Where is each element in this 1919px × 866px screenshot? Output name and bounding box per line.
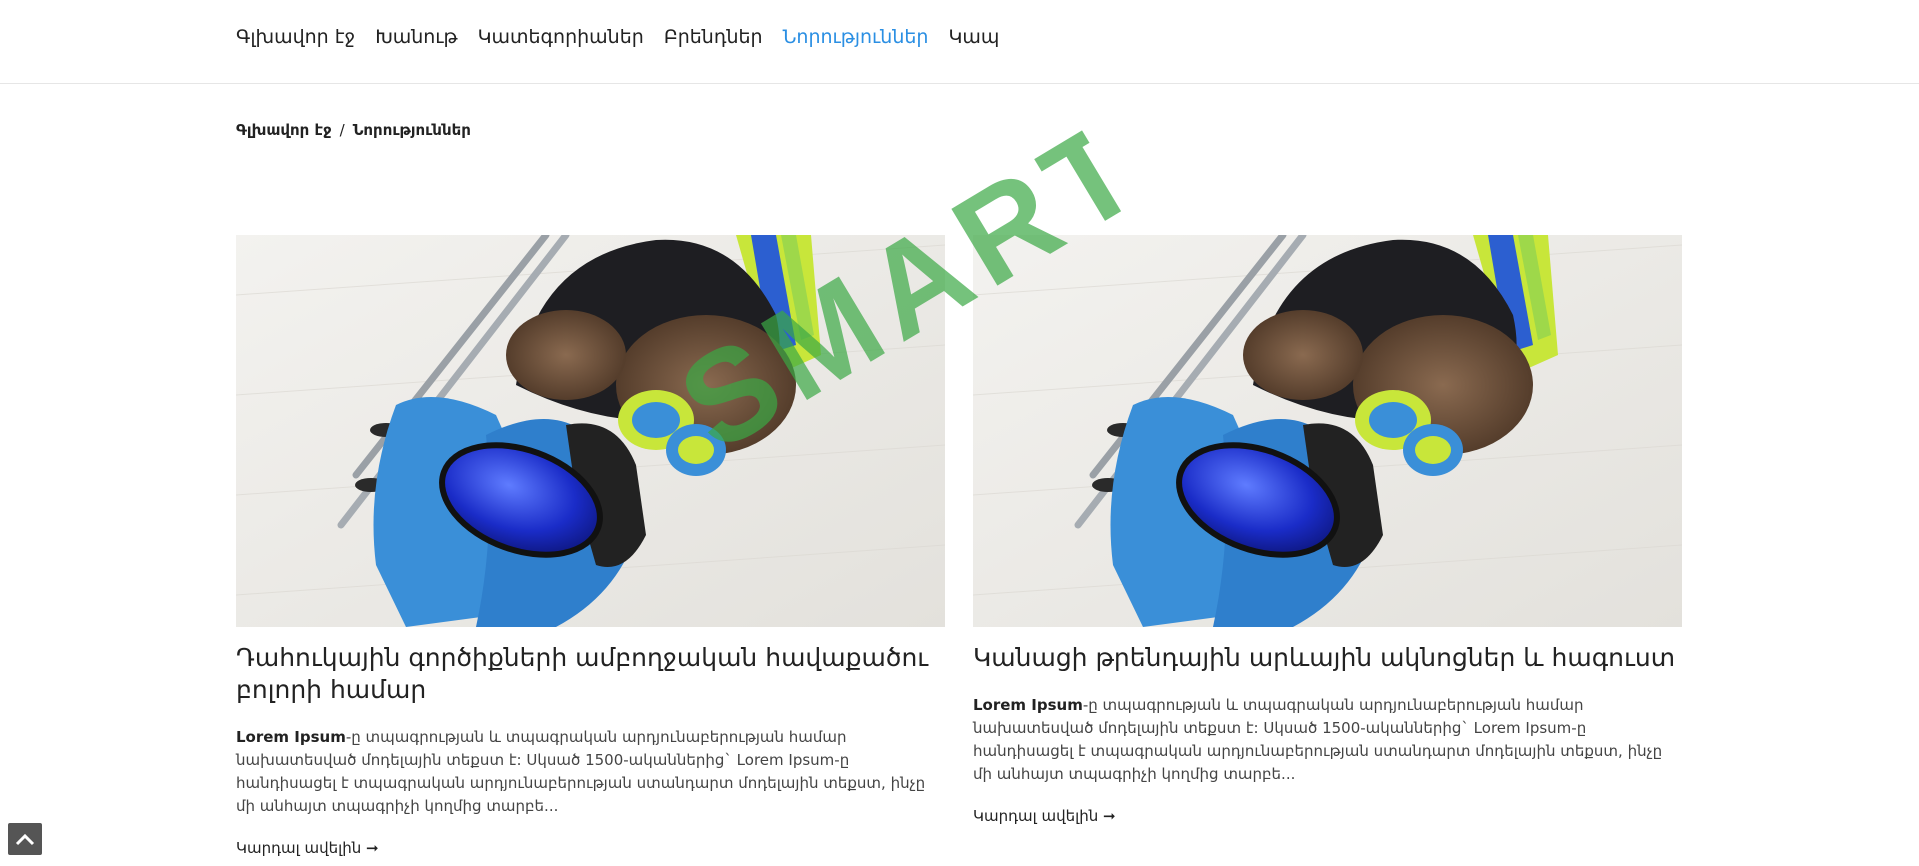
news-card-excerpt: Lorem Ipsum-ը տպագրության և տպագրական ար… [236,726,945,818]
breadcrumb: Գլխավոր էջ / Նորություններ [236,121,471,139]
nav-item-news[interactable]: Նորություններ [783,24,929,50]
news-card-title[interactable]: Կանացի թրենդային արևային ակնոցներ և հագո… [973,642,1682,674]
scroll-to-top-button[interactable] [8,823,42,855]
news-card-excerpt: Lorem Ipsum-ը տպագրության և տպագրական ար… [973,694,1682,786]
excerpt-bold: Lorem Ipsum [236,728,346,746]
nav-item-categories[interactable]: Կատեգորիաներ [478,24,644,50]
news-card: Դահուկային գործիքների ամբողջական հավաքած… [236,235,945,857]
news-card-title[interactable]: Դահուկային գործիքների ամբողջական հավաքած… [236,642,945,706]
excerpt-bold: Lorem Ipsum [973,696,1083,714]
chevron-up-icon [15,833,35,846]
news-card: Կանացի թրենդային արևային ակնոցներ և հագո… [973,235,1682,825]
read-more-link[interactable]: Կարդալ ավելին ➞ [236,839,379,857]
nav-item-contact[interactable]: Կապ [948,24,999,50]
main-menu: Գլխավոր էջ Խանութ Կատեգորիաներ Բրենդներ … [236,24,1019,50]
nav-item-shop[interactable]: Խանութ [375,24,457,50]
nav-item-brands[interactable]: Բրենդներ [664,24,763,50]
top-navigation: Գլխավոր էջ Խանութ Կատեգորիաներ Բրենդներ … [0,0,1919,84]
news-card-image[interactable] [236,235,945,627]
breadcrumb-current: Նորություններ [352,121,471,139]
breadcrumb-separator: / [339,121,345,139]
read-more-link[interactable]: Կարդալ ավելին ➞ [973,807,1116,825]
news-card-image[interactable] [973,235,1682,627]
breadcrumb-home-link[interactable]: Գլխավոր էջ [236,121,332,139]
nav-item-home[interactable]: Գլխավոր էջ [236,24,355,50]
